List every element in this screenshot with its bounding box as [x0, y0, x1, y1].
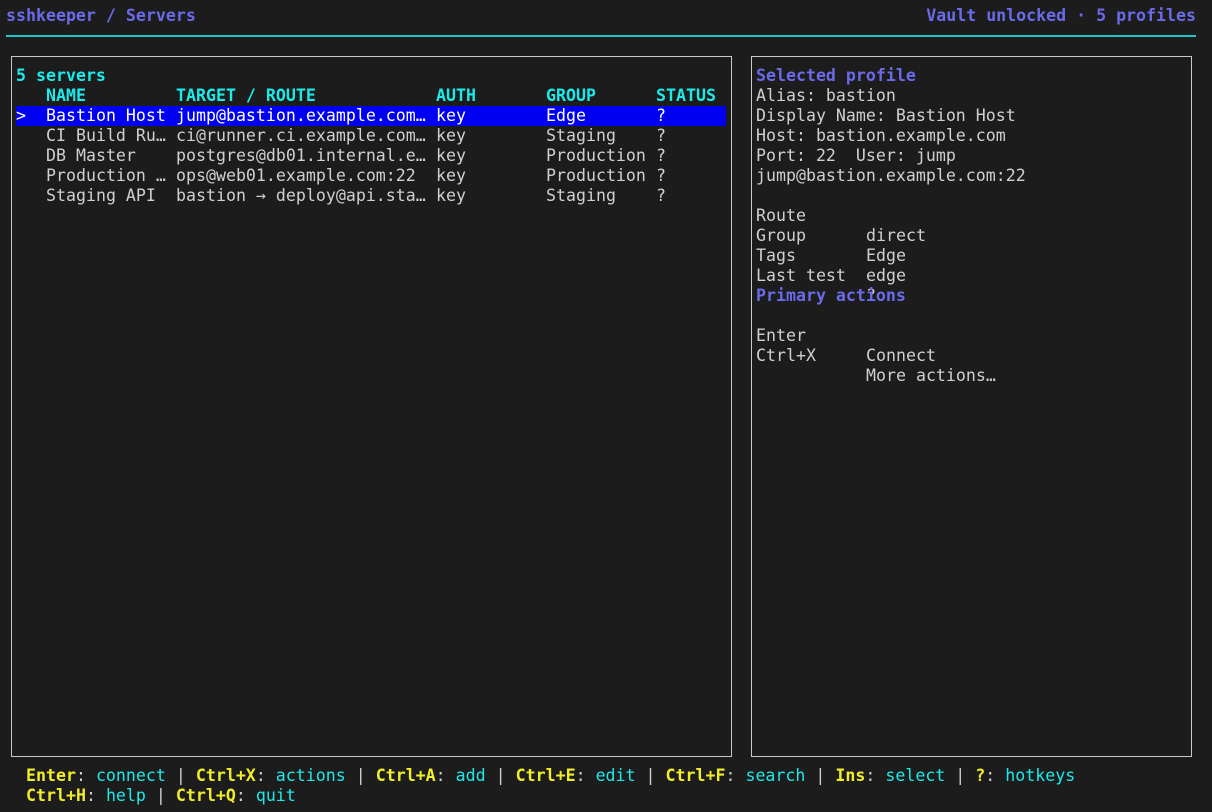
cell-status: ?: [656, 106, 666, 125]
cell-target: ops@web01.example.com:22: [176, 166, 416, 185]
hotkey-colon: :: [235, 786, 256, 805]
hotkey-label: add: [455, 766, 486, 785]
cell-status: ?: [656, 126, 666, 145]
hotkey-key[interactable]: ?: [975, 766, 985, 785]
table-row[interactable]: > Bastion Host jump@bastion.example.com… ke…: [12, 106, 731, 126]
detail-heading: Selected profile: [756, 66, 916, 85]
hotkey-bar-line-2: Ctrl+H: help | Ctrl+Q: quit: [26, 786, 296, 806]
hotkey-separator: |: [805, 766, 836, 785]
cell-name: Staging API: [46, 186, 156, 205]
detail-display-name: Display Name: Bastion Host: [756, 106, 1016, 125]
cell-auth: key: [436, 186, 466, 205]
detail-alias: Alias: bastion: [756, 86, 896, 105]
action-more[interactable]: Ctrl+X More actions…: [756, 326, 996, 385]
hotkey-label: help: [105, 786, 146, 805]
cell-name: DB Master: [46, 146, 136, 165]
detail-field-tags: Tags edge: [756, 226, 906, 285]
hotkey-label: hotkeys: [1005, 766, 1076, 785]
server-list-panel: 5 servers NAME TARGET / ROUTE AUTH GROUP…: [11, 56, 732, 757]
hotkey-separator: |: [635, 766, 666, 785]
table-row[interactable]: Production … ops@web01.example.com:22 key P…: [12, 166, 731, 186]
column-header-target[interactable]: TARGET / ROUTE: [176, 86, 316, 106]
server-count: 5 servers: [16, 66, 106, 85]
cell-auth: key: [436, 166, 466, 185]
action-connect[interactable]: Enter Connect: [756, 306, 936, 365]
table-row[interactable]: CI Build Ru… ci@runner.ci.example.com… key…: [12, 126, 731, 146]
hotkey-key[interactable]: Ctrl+F: [666, 766, 726, 785]
hotkey-separator: |: [345, 766, 376, 785]
profile-detail-panel: Selected profile Alias: bastion Display …: [751, 56, 1192, 757]
hotkey-colon: :: [435, 766, 456, 785]
hotkey-separator: |: [145, 786, 176, 805]
cell-name: Production …: [46, 166, 166, 185]
hotkey-key[interactable]: Ctrl+A: [376, 766, 436, 785]
hotkey-colon: :: [725, 766, 746, 785]
hotkey-colon: :: [85, 786, 106, 805]
column-header-auth[interactable]: AUTH: [436, 86, 476, 106]
cell-auth: key: [436, 126, 466, 145]
hotkey-label: connect: [95, 766, 166, 785]
cell-target: ci@runner.ci.example.com…: [176, 126, 426, 145]
cell-auth: key: [436, 146, 466, 165]
hotkey-key[interactable]: Ctrl+H: [26, 786, 86, 805]
cell-group: Production: [546, 166, 646, 185]
table-header: NAME TARGET / ROUTE AUTH GROUP STATUS: [12, 86, 731, 106]
field-value: direct: [866, 226, 926, 245]
hotkey-key[interactable]: Ins: [835, 766, 865, 785]
field-value: Edge: [866, 246, 906, 265]
cell-status: ?: [656, 146, 666, 165]
cell-name: CI Build Ru…: [46, 126, 166, 145]
cell-group: Staging: [546, 126, 616, 145]
hotkey-colon: :: [575, 766, 596, 785]
action-label: More actions…: [866, 366, 996, 385]
cell-name: Bastion Host: [46, 106, 166, 125]
hotkey-label: select: [885, 766, 946, 785]
cell-auth: key: [436, 106, 466, 125]
detail-connection-string: jump@bastion.example.com:22: [756, 166, 1026, 185]
row-cursor: >: [16, 106, 26, 125]
column-header-status[interactable]: STATUS: [656, 86, 716, 106]
hotkey-separator: |: [485, 766, 516, 785]
cell-target: bastion → deploy@api.sta…: [176, 186, 426, 205]
column-header-name[interactable]: NAME: [46, 86, 86, 106]
hotkey-colon: :: [865, 766, 886, 785]
hotkey-key[interactable]: Ctrl+Q: [176, 786, 236, 805]
breadcrumb: sshkeeper / Servers: [6, 6, 196, 25]
actions-heading: Primary actions: [756, 286, 906, 305]
hotkey-key[interactable]: Enter: [26, 766, 76, 785]
cell-group: Edge: [546, 106, 586, 125]
detail-port-user: Port: 22 User: jump: [756, 146, 956, 165]
hotkey-bar-line-1: Enter: connect | Ctrl+X: actions | Ctrl+…: [26, 766, 1075, 786]
detail-field-last-test: Last test ?: [756, 246, 876, 305]
hotkey-label: quit: [255, 786, 296, 805]
hotkey-colon: :: [985, 766, 1006, 785]
hotkey-separator: |: [945, 766, 976, 785]
table-row[interactable]: Staging API bastion → deploy@api.sta… key S…: [12, 186, 731, 206]
hotkey-label: actions: [275, 766, 346, 785]
hotkey-colon: :: [255, 766, 276, 785]
cell-target: postgres@db01.internal.e…: [176, 146, 426, 165]
hotkey-separator: |: [165, 766, 196, 785]
title-divider: [6, 35, 1196, 37]
field-value: edge: [866, 266, 906, 285]
action-label: Connect: [866, 346, 936, 365]
cell-group: Staging: [546, 186, 616, 205]
column-header-group[interactable]: GROUP: [546, 86, 596, 106]
field-key: Last test: [756, 266, 846, 285]
vault-status: Vault unlocked · 5 profiles: [926, 6, 1196, 25]
table-row[interactable]: DB Master postgres@db01.internal.e… key Pro…: [12, 146, 731, 166]
hotkey-key[interactable]: Ctrl+X: [196, 766, 256, 785]
cell-group: Production: [546, 146, 646, 165]
detail-field-group: Group Edge: [756, 206, 906, 265]
cell-target: jump@bastion.example.com…: [176, 106, 426, 125]
detail-field-route: Route direct: [756, 186, 926, 245]
cell-status: ?: [656, 186, 666, 205]
action-key: Ctrl+X: [756, 346, 816, 365]
hotkey-key[interactable]: Ctrl+E: [516, 766, 576, 785]
hotkey-label: edit: [595, 766, 636, 785]
hotkey-label: search: [745, 766, 806, 785]
cell-status: ?: [656, 166, 666, 185]
hotkey-colon: :: [75, 766, 96, 785]
detail-host: Host: bastion.example.com: [756, 126, 1006, 145]
